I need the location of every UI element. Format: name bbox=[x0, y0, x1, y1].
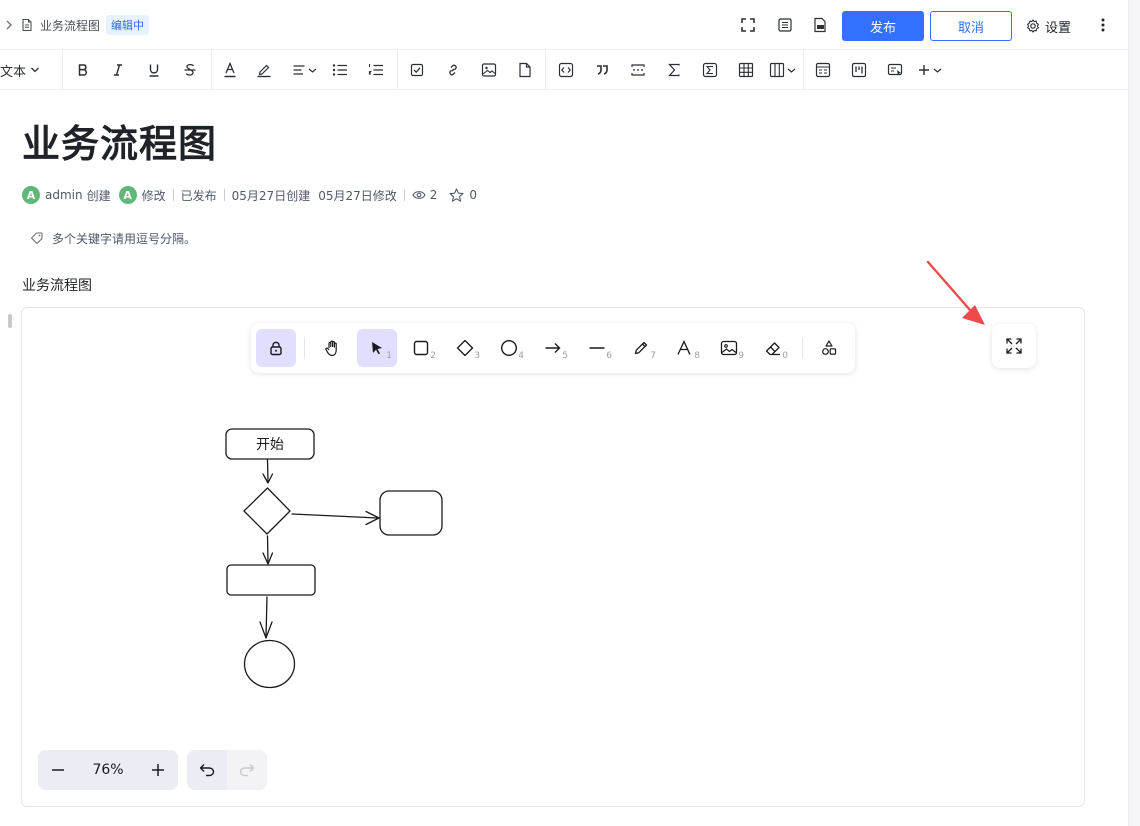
zoom-out-button[interactable] bbox=[38, 750, 78, 790]
history-controls bbox=[187, 750, 267, 790]
process-node[interactable] bbox=[379, 490, 443, 536]
connector-arrow bbox=[291, 513, 379, 519]
start-node-label: 开始 bbox=[256, 437, 284, 453]
plus-icon bbox=[151, 763, 165, 777]
zoom-in-button[interactable] bbox=[138, 750, 178, 790]
process-node[interactable] bbox=[226, 564, 316, 596]
page-scrollbar[interactable] bbox=[1128, 0, 1140, 826]
zoom-controls: 76% bbox=[38, 750, 178, 790]
zoom-level[interactable]: 76% bbox=[78, 750, 138, 790]
undo-button[interactable] bbox=[187, 750, 227, 790]
redo-button[interactable] bbox=[227, 750, 267, 790]
connector-arrow bbox=[265, 596, 268, 638]
connector-arrow bbox=[266, 535, 269, 564]
redo-icon bbox=[239, 763, 255, 777]
connector-arrow bbox=[266, 459, 269, 483]
decision-node[interactable] bbox=[243, 487, 291, 535]
undo-icon bbox=[199, 763, 215, 777]
flowchart-drawing bbox=[225, 260, 985, 689]
minus-icon bbox=[51, 769, 65, 771]
annotation-arrow bbox=[926, 260, 985, 325]
end-node[interactable] bbox=[243, 639, 296, 689]
